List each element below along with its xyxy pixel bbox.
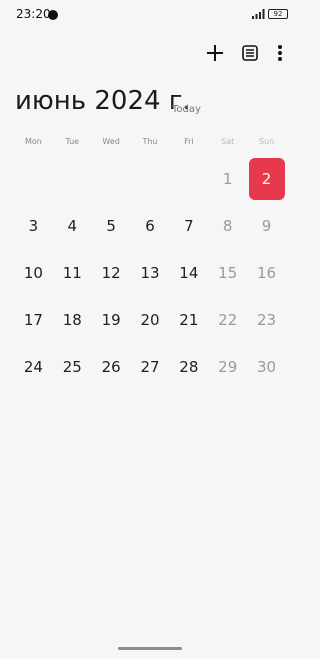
weekday-label: Wed bbox=[102, 137, 120, 146]
day-cell[interactable]: 26 bbox=[92, 343, 131, 390]
day-cell[interactable]: 16 bbox=[247, 249, 286, 296]
day-number: 7 bbox=[184, 216, 194, 235]
day-cell[interactable]: 25 bbox=[53, 343, 92, 390]
day-number: 11 bbox=[62, 263, 82, 282]
month-title[interactable]: июнь 2024 г. bbox=[15, 86, 191, 116]
status-bar: 23:20 92 bbox=[0, 0, 300, 30]
day-number: 10 bbox=[23, 263, 43, 282]
day-cell[interactable]: 19 bbox=[92, 296, 131, 343]
add-event-button[interactable] bbox=[202, 40, 228, 66]
weekday-label: Mon bbox=[24, 137, 42, 146]
day-cell[interactable]: 9 bbox=[247, 202, 286, 249]
calendar-screen: 23:20 92 июнь 2024 г. Today Mon Tue Wed Thu… bbox=[0, 0, 300, 659]
day-number: 19 bbox=[101, 310, 121, 329]
weekday-label: Thu bbox=[142, 137, 158, 146]
day-number: 26 bbox=[101, 357, 121, 376]
today-button[interactable]: Today bbox=[172, 104, 201, 115]
day-number: 4 bbox=[67, 216, 78, 235]
day-cell[interactable]: 3 bbox=[14, 202, 53, 249]
day-number: 6 bbox=[145, 216, 155, 235]
day-number: 12 bbox=[101, 263, 121, 282]
day-cell[interactable]: 28 bbox=[169, 343, 208, 390]
empty-day-cell bbox=[131, 155, 170, 202]
day-cell[interactable]: 21 bbox=[169, 296, 208, 343]
day-number: 1 bbox=[222, 169, 233, 188]
day-cell[interactable]: 22 bbox=[208, 296, 247, 343]
more-options-button[interactable] bbox=[267, 40, 293, 66]
day-cell[interactable]: 14 bbox=[169, 249, 208, 296]
day-cell[interactable]: 4 bbox=[53, 202, 92, 249]
day-number: 9 bbox=[261, 216, 272, 235]
empty-day-cell bbox=[169, 155, 208, 202]
day-cell[interactable]: 18 bbox=[53, 296, 92, 343]
day-cell[interactable]: 20 bbox=[131, 296, 170, 343]
day-cell[interactable]: 7 bbox=[169, 202, 208, 249]
camera-cutout bbox=[48, 10, 58, 20]
day-number: 20 bbox=[140, 310, 160, 329]
day-number: 5 bbox=[106, 216, 116, 235]
day-number: 17 bbox=[23, 310, 43, 329]
status-time: 23:20 bbox=[16, 7, 51, 21]
empty-day-cell bbox=[53, 155, 92, 202]
day-number: 21 bbox=[179, 310, 199, 329]
signal-icon bbox=[252, 9, 265, 19]
day-number: 24 bbox=[23, 357, 43, 376]
day-cell[interactable]: 1 bbox=[208, 155, 247, 202]
day-cell[interactable]: 5 bbox=[92, 202, 131, 249]
day-cell[interactable]: 11 bbox=[53, 249, 92, 296]
list-view-button[interactable] bbox=[237, 40, 263, 66]
day-cell[interactable]: 12 bbox=[92, 249, 131, 296]
day-cell[interactable]: 17 bbox=[14, 296, 53, 343]
day-number: 13 bbox=[140, 263, 160, 282]
day-cell[interactable]: 13 bbox=[131, 249, 170, 296]
day-cell[interactable]: 24 bbox=[14, 343, 53, 390]
empty-day-cell bbox=[92, 155, 131, 202]
day-cell[interactable]: 27 bbox=[131, 343, 170, 390]
day-number: 29 bbox=[218, 357, 238, 376]
day-number: 23 bbox=[257, 310, 277, 329]
day-number: 16 bbox=[257, 263, 277, 282]
day-cell[interactable]: 15 bbox=[208, 249, 247, 296]
day-number: 30 bbox=[257, 357, 277, 376]
weekday-label: Sun bbox=[258, 137, 275, 146]
calendar-grid: 1 2 3 4 5 6 7 8 9 10 11 12 13 14 15 16 17 18 19 20 21 22 23 24 2… bbox=[14, 155, 286, 390]
day-number: 15 bbox=[218, 263, 238, 282]
day-number: 8 bbox=[222, 216, 233, 235]
selected-day-cell[interactable]: 2 bbox=[247, 155, 286, 202]
weekday-header: Mon Tue Wed Thu Fri Sat Sun bbox=[14, 137, 286, 146]
empty-day-cell bbox=[14, 155, 53, 202]
day-number: 2 bbox=[248, 157, 285, 200]
home-indicator[interactable] bbox=[118, 647, 182, 650]
day-number: 3 bbox=[28, 216, 39, 235]
day-number: 28 bbox=[179, 357, 199, 376]
day-number: 25 bbox=[62, 357, 82, 376]
day-number: 14 bbox=[179, 263, 199, 282]
weekday-label: Fri bbox=[184, 137, 194, 146]
day-cell[interactable]: 8 bbox=[208, 202, 247, 249]
weekday-label: Tue bbox=[65, 137, 80, 146]
weekday-label: Sat bbox=[221, 137, 235, 146]
day-cell[interactable]: 6 bbox=[131, 202, 170, 249]
day-number: 22 bbox=[218, 310, 238, 329]
battery-icon: 92 bbox=[268, 9, 288, 19]
plus-icon bbox=[207, 45, 223, 61]
more-vertical-icon bbox=[278, 45, 282, 61]
day-number: 18 bbox=[62, 310, 82, 329]
day-cell[interactable]: 30 bbox=[247, 343, 286, 390]
day-number: 27 bbox=[140, 357, 160, 376]
day-cell[interactable]: 10 bbox=[14, 249, 53, 296]
day-cell[interactable]: 29 bbox=[208, 343, 247, 390]
list-view-icon bbox=[242, 45, 258, 61]
day-cell[interactable]: 23 bbox=[247, 296, 286, 343]
